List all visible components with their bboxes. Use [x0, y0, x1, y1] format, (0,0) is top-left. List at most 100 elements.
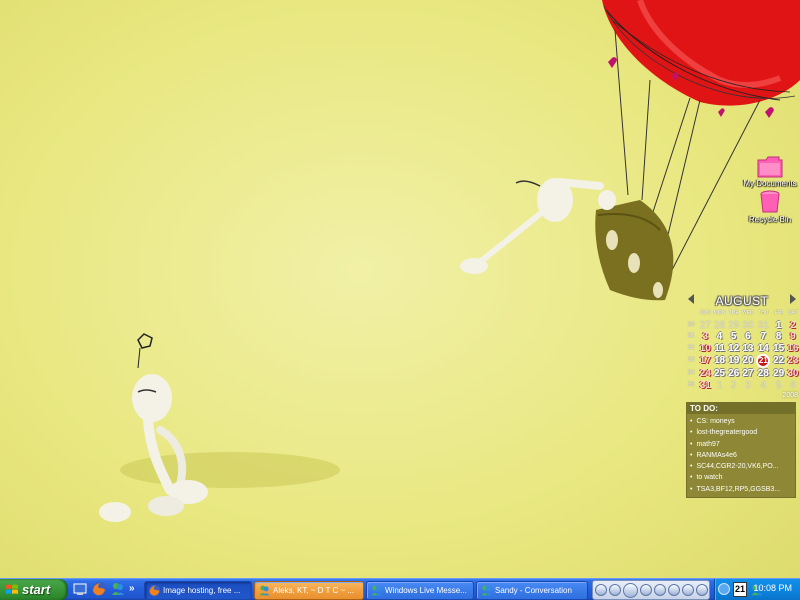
calendar-day[interactable]: 15: [772, 343, 786, 355]
recycle-bin-label: Recycle Bin: [748, 215, 792, 224]
media-restore-icon[interactable]: [595, 584, 607, 596]
calendar-day[interactable]: 23: [786, 354, 800, 368]
taskbar-button-conversation-flashing[interactable]: Aleks, KT, ~ D T C ~ ...: [254, 581, 364, 600]
folder-icon: [757, 156, 783, 178]
calendar-week-row: 30 27 28 29 30 31 1 2: [684, 320, 800, 332]
weekday-header: WED: [742, 310, 754, 316]
calendar-widget: AUGUST SUN MON TUE WED THU FRI SAT 30 27 2…: [684, 292, 800, 399]
firefox-icon[interactable]: [91, 581, 107, 597]
calendar-week-row: 34 24 25 26 27 28 29 30: [684, 368, 800, 380]
calendar-day[interactable]: 29: [772, 368, 786, 380]
calendar-day[interactable]: 4: [755, 380, 772, 392]
media-options-icon[interactable]: [696, 584, 708, 596]
calendar-day[interactable]: 14: [755, 343, 772, 355]
todo-list: CS: moneys lost-thegreatergood math97 RA…: [687, 414, 795, 497]
calendar-day[interactable]: 24: [698, 368, 712, 380]
week-number: 31: [687, 333, 695, 339]
calendar-day[interactable]: 5: [772, 380, 786, 392]
system-tray: 21 10:08 PM: [714, 579, 800, 600]
weekday-header: MON: [713, 310, 726, 316]
calendar-day[interactable]: 16: [786, 343, 800, 355]
calendar-day[interactable]: 4: [712, 331, 726, 343]
media-play-icon[interactable]: [623, 582, 638, 598]
calendar-today[interactable]: 21: [755, 354, 772, 368]
calendar-day[interactable]: 1: [712, 380, 726, 392]
taskbar-button-windows-live-messenger[interactable]: Windows Live Messe...: [366, 581, 474, 600]
calendar-day[interactable]: 27: [698, 320, 712, 332]
taskbar-button-sandy-conversation[interactable]: Sandy - Conversation: [476, 581, 588, 600]
todo-item[interactable]: math97: [690, 439, 792, 450]
calendar-day[interactable]: 13: [741, 343, 755, 355]
todo-widget: TO DO: CS: moneys lost-thegreatergood ma…: [686, 402, 796, 498]
calendar-day[interactable]: 28: [712, 320, 726, 332]
media-volume-icon[interactable]: [682, 584, 694, 596]
todo-item[interactable]: to watch: [690, 472, 792, 483]
msn-icon: [259, 585, 270, 596]
media-previous-icon[interactable]: [609, 584, 621, 596]
quick-launch-bar: »: [72, 581, 135, 599]
tray-calendar-icon[interactable]: 21: [733, 582, 747, 597]
calendar-day[interactable]: 27: [741, 368, 755, 380]
taskbar: start » Image hosting, free ... Aleks, K…: [0, 578, 800, 600]
recycle-bin-desktop-icon[interactable]: Recycle Bin: [738, 190, 800, 225]
calendar-day[interactable]: 3: [698, 331, 712, 343]
calendar-day[interactable]: 29: [727, 320, 741, 332]
start-label: start: [22, 582, 51, 597]
calendar-day[interactable]: 1: [772, 320, 786, 332]
msn-icon: [371, 585, 382, 596]
calendar-day[interactable]: 8: [772, 331, 786, 343]
week-number: 30: [687, 321, 695, 328]
start-button[interactable]: start: [0, 579, 68, 600]
calendar-day[interactable]: 10: [698, 343, 712, 355]
tray-expand-chevron-icon[interactable]: [718, 583, 730, 595]
calendar-day[interactable]: 28: [755, 368, 772, 380]
calendar-day[interactable]: 2: [727, 380, 741, 392]
weekday-header: THU: [758, 310, 769, 316]
firefox-icon: [148, 584, 161, 597]
task-label: Aleks, KT, ~ D T C ~ ...: [273, 586, 355, 595]
calendar-day[interactable]: 30: [741, 320, 755, 332]
desktop-wallpaper: [99, 0, 800, 522]
calendar-day[interactable]: 6: [786, 380, 800, 392]
todo-item[interactable]: CS: moneys: [690, 416, 792, 427]
calendar-day[interactable]: 5: [727, 331, 741, 343]
calendar-day[interactable]: 30: [786, 368, 800, 380]
calendar-day[interactable]: 17: [698, 354, 712, 368]
calendar-day[interactable]: 12: [727, 343, 741, 355]
calendar-day[interactable]: 25: [712, 368, 726, 380]
media-mute-icon[interactable]: [668, 584, 680, 596]
calendar-day[interactable]: 9: [786, 331, 800, 343]
calendar-day[interactable]: 19: [727, 354, 741, 368]
calendar-day[interactable]: 22: [772, 354, 786, 368]
calendar-grid: SUN MON TUE WED THU FRI SAT 30 27 28 29 30 31…: [684, 308, 800, 391]
hot-air-balloon: [460, 0, 800, 301]
media-next-icon[interactable]: [654, 584, 666, 596]
msn-icon[interactable]: [110, 581, 126, 597]
my-documents-icon[interactable]: My Documents: [738, 156, 800, 189]
calendar-day[interactable]: 3: [741, 380, 755, 392]
calendar-prev-month-button[interactable]: [688, 294, 694, 304]
calendar-day[interactable]: 31: [698, 380, 712, 392]
todo-title: TO DO:: [687, 403, 795, 414]
calendar-day[interactable]: 31: [755, 320, 772, 332]
calendar-day[interactable]: 11: [712, 343, 726, 355]
show-desktop-icon[interactable]: [72, 581, 88, 597]
my-documents-label: My Documents: [743, 179, 797, 188]
taskbar-button-firefox[interactable]: Image hosting, free ...: [144, 581, 252, 600]
todo-item[interactable]: lost-thegreatergood: [690, 427, 792, 438]
todo-item[interactable]: TSA3,BF12,RP5,GGSB3...: [690, 484, 792, 495]
calendar-month: AUGUST: [715, 294, 769, 308]
quick-launch-chevron-icon[interactable]: »: [129, 581, 135, 599]
calendar-day[interactable]: 2: [786, 320, 800, 332]
calendar-day[interactable]: 20: [741, 354, 755, 368]
todo-item[interactable]: RANMAs4e6: [690, 450, 792, 461]
tray-clock[interactable]: 10:08 PM: [753, 583, 792, 593]
media-stop-icon[interactable]: [640, 584, 652, 596]
calendar-day[interactable]: 18: [712, 354, 726, 368]
todo-item[interactable]: SC44,CGR2-20,VK6,PO...: [690, 461, 792, 472]
calendar-day[interactable]: 6: [741, 331, 755, 343]
calendar-day[interactable]: 26: [727, 368, 741, 380]
calendar-next-month-button[interactable]: [790, 294, 796, 304]
msn-icon: [481, 585, 492, 596]
calendar-day[interactable]: 7: [755, 331, 772, 343]
